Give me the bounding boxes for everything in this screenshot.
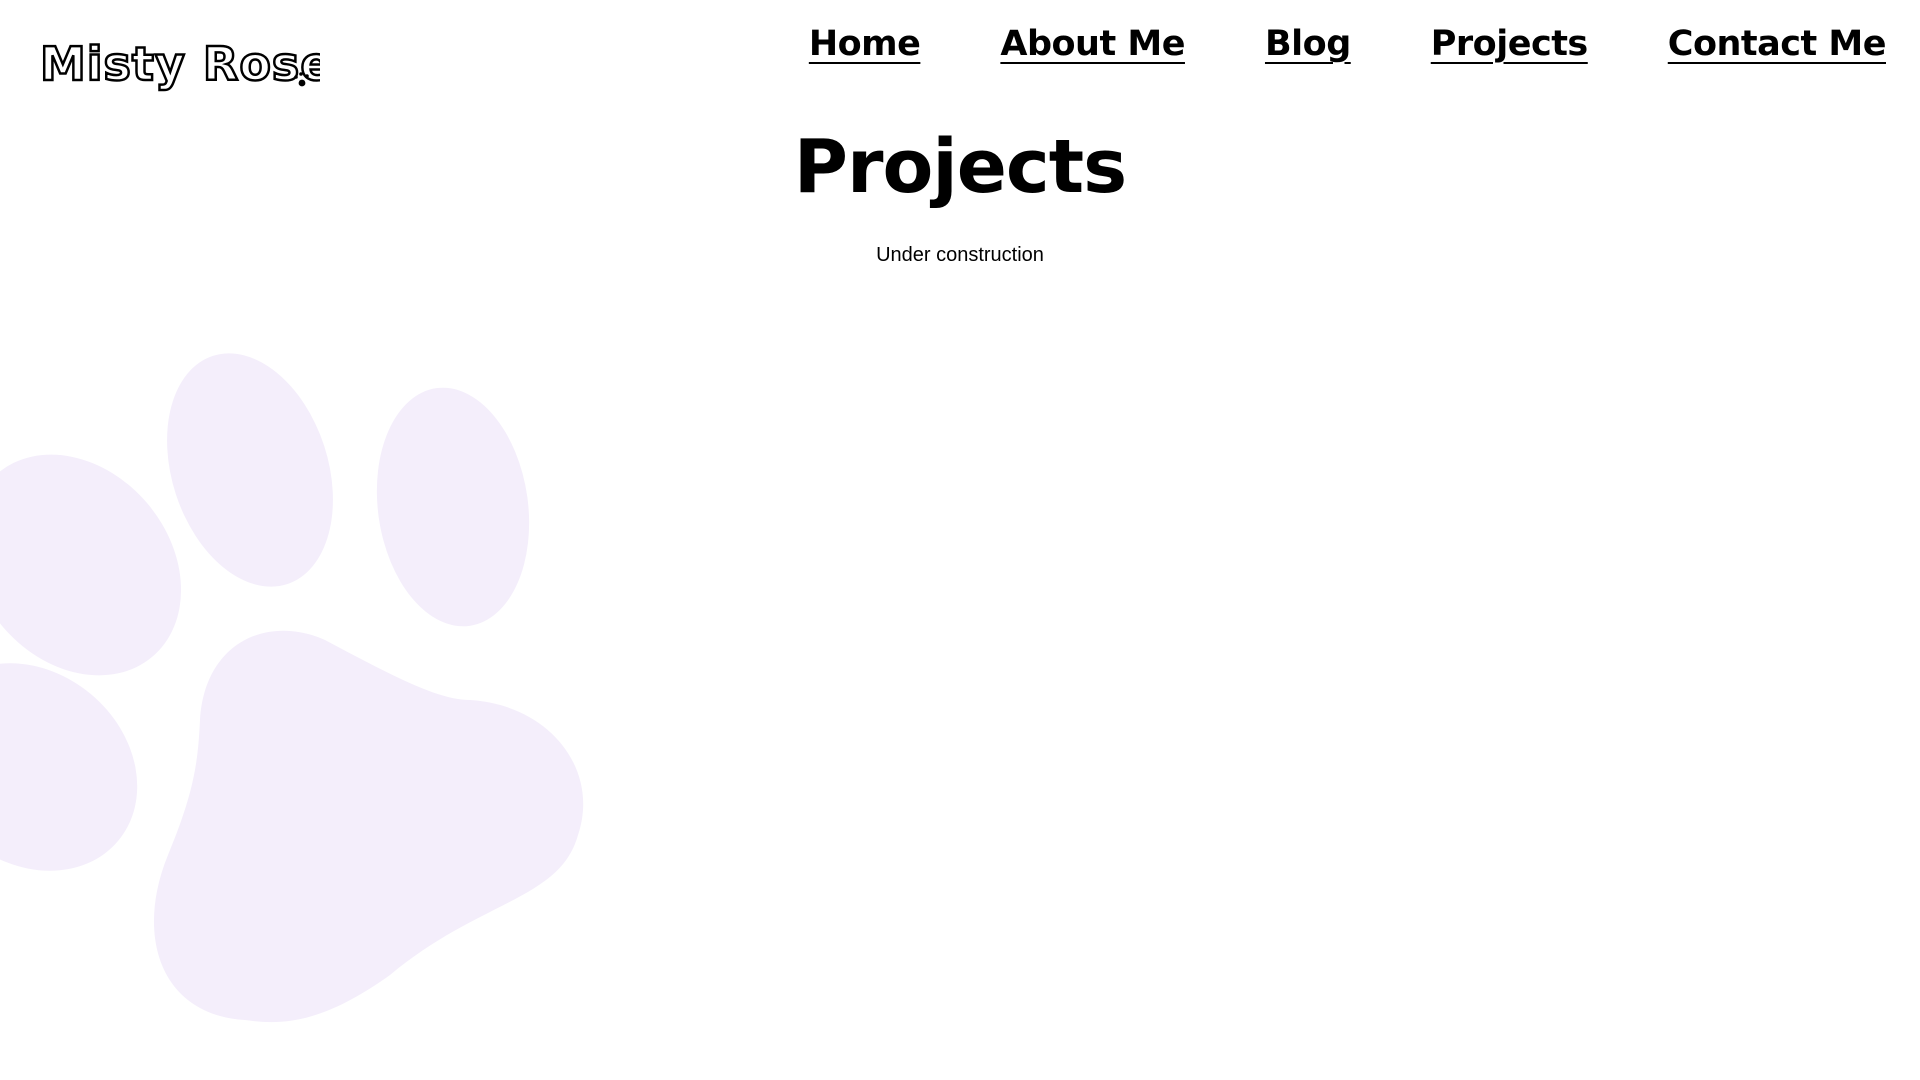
- page-subtitle: Under construction: [876, 244, 1044, 266]
- nav-projects-link[interactable]: Projects: [1431, 24, 1589, 64]
- nav-contact-me-link[interactable]: Contact Me: [1668, 24, 1887, 64]
- nav-blog-link[interactable]: Blog: [1265, 24, 1351, 64]
- logo[interactable]: Misty Rose!: [38, 22, 320, 94]
- nav-home-link[interactable]: Home: [809, 24, 921, 64]
- main-nav: Home About Me Blog Projects Contact Me: [809, 24, 1887, 64]
- logo-text: Misty Rose!: [40, 37, 320, 91]
- page-title: Projects: [793, 124, 1127, 210]
- page: Misty Rose! Home About Me Blog Projects …: [0, 0, 1920, 1080]
- nav-about-me-link[interactable]: About Me: [1000, 24, 1185, 64]
